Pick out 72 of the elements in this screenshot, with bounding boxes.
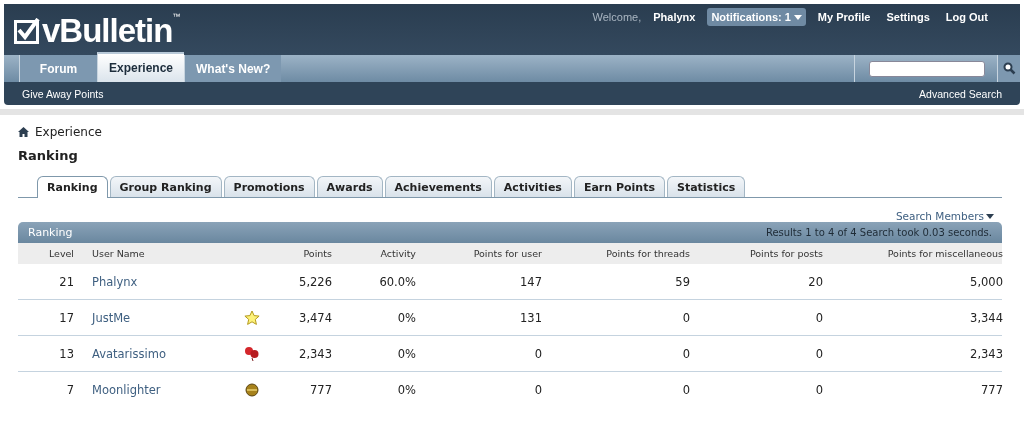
breadcrumb-link[interactable]: Experience (35, 124, 102, 139)
balloons-icon (244, 345, 260, 362)
column-header[interactable]: Level (18, 248, 74, 259)
header-link[interactable]: My Profile (813, 8, 875, 23)
table-title: Ranking (28, 226, 73, 239)
table-cell-text: 147 (519, 274, 542, 289)
table-cell-text: 5,000 (969, 274, 1003, 289)
tab[interactable]: Achievements (384, 176, 492, 197)
table-cell-text: 2,343 (969, 346, 1003, 361)
search-field[interactable] (869, 60, 985, 77)
table-cell-text: 17 (58, 310, 74, 325)
table-cell-text: 5,226 (298, 274, 332, 289)
home-icon[interactable] (18, 126, 29, 137)
tab[interactable]: Promotions (223, 176, 315, 197)
table-cell-text: 3,344 (969, 310, 1003, 325)
search-members-link[interactable]: Search Members (895, 210, 994, 222)
table-cell-text: 21 (58, 274, 74, 289)
welcome-text: Welcome, (592, 10, 642, 23)
tab[interactable]: Activities (493, 176, 572, 197)
star-icon (244, 309, 260, 326)
page-title: Ranking (18, 148, 79, 163)
table-cell-text: 0 (681, 346, 690, 361)
notifications-button[interactable]: Notifications: 1 (707, 8, 806, 26)
table-cell-text: 0 (814, 310, 823, 325)
tab[interactable]: Statistics (666, 176, 746, 197)
table-cell-text: 0 (681, 310, 690, 325)
table-cell-text: 0% (396, 346, 416, 361)
header-link[interactable]: Log Out (941, 8, 992, 23)
column-header[interactable]: User Name (74, 248, 212, 259)
caret-icon (986, 213, 994, 219)
table-cell-text: 0 (533, 382, 542, 397)
table-cell-text: 7 (65, 382, 74, 397)
column-header[interactable]: Points for miscellaneous (823, 248, 1003, 259)
give-away-points-link[interactable]: Give Away Points (22, 87, 104, 100)
column-header[interactable]: Points for posts (690, 248, 823, 259)
table-cell-text: 777 (980, 382, 1003, 397)
username-link[interactable]: JustMe (74, 310, 212, 325)
tab[interactable]: Awards (316, 176, 383, 197)
table-cell-text: 3,474 (298, 310, 332, 325)
table-cell-text: 0 (814, 346, 823, 361)
username-link[interactable]: Avatarissimo (74, 346, 212, 361)
username-link[interactable]: Phalynx (74, 274, 212, 289)
search-icon (1002, 62, 1016, 75)
username-link[interactable]: Phalynx (649, 8, 700, 23)
table-cell-text: 0 (533, 346, 542, 361)
logo[interactable]: vBulletin$^{™}$ (4, 4, 180, 50)
advanced-search-link[interactable]: Advanced Search (919, 87, 1002, 100)
results-summary: Results 1 to 4 of 4 Search took 0.03 seconds. (765, 227, 992, 238)
tab[interactable]: Earn Points (573, 176, 665, 197)
table-cell-text: 13 (58, 346, 74, 361)
table-cell-text: 59 (674, 274, 690, 289)
header-link[interactable]: Settings (882, 8, 934, 23)
column-header[interactable]: Activity (332, 248, 416, 259)
username-link[interactable]: Moonlighter (74, 382, 212, 397)
tab[interactable]: Group Ranking (109, 176, 222, 197)
table-cell-text: 131 (519, 310, 542, 325)
table-cell-text: 0% (396, 310, 416, 325)
table-cell-text: 0 (814, 382, 823, 397)
ball-icon (245, 382, 259, 397)
caret-icon (793, 14, 802, 20)
table-cell-text: 2,343 (298, 346, 332, 361)
search-button[interactable] (997, 55, 1020, 82)
column-header[interactable]: Points for threads (542, 248, 690, 259)
nav-tab[interactable]: Experience (97, 52, 185, 82)
table-cell-text: 20 (807, 274, 823, 289)
table-cell-text: 0% (396, 382, 416, 397)
table-cell-text: 60.0% (378, 274, 416, 289)
tab[interactable]: Ranking (37, 176, 108, 198)
table-cell-text: 0 (681, 382, 690, 397)
column-header[interactable]: Points (292, 248, 332, 259)
table-cell-text: 777 (309, 382, 332, 397)
column-header[interactable]: Points for user (416, 248, 542, 259)
